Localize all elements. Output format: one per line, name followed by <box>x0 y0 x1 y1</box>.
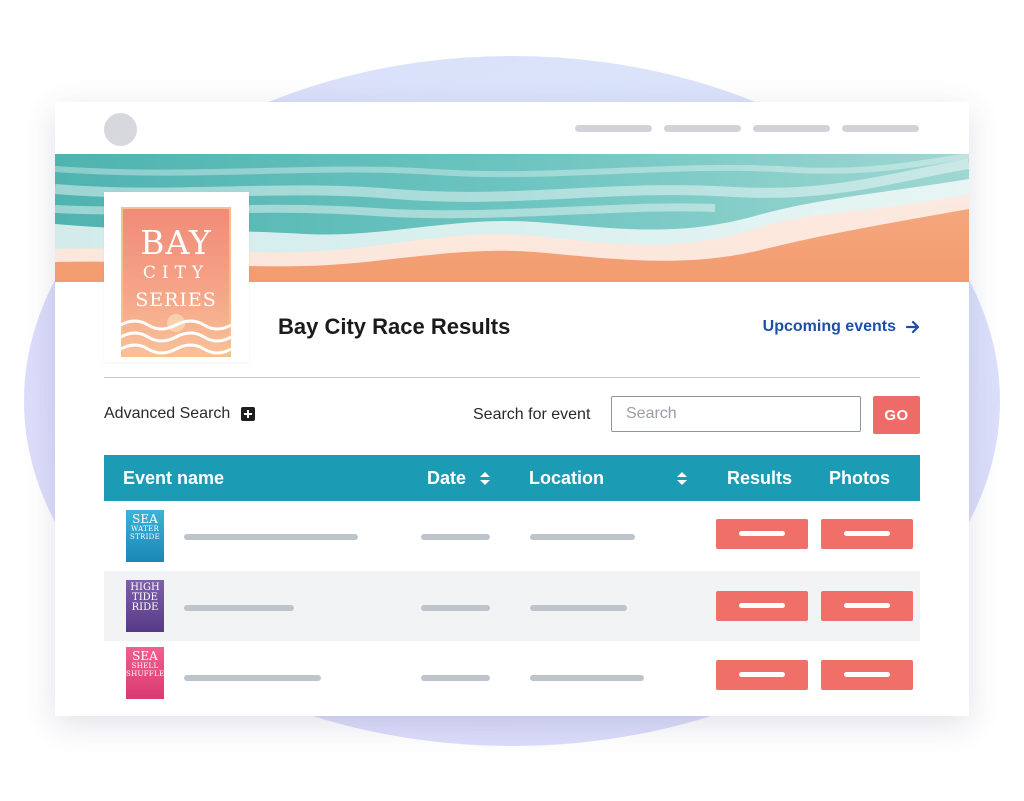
series-logo: BAY CITY SERIES <box>121 207 231 357</box>
column-location[interactable]: Location <box>529 468 687 489</box>
logo-waves <box>121 314 231 355</box>
column-label: Date <box>427 468 467 488</box>
results-button[interactable] <box>716 660 808 690</box>
upcoming-events-link[interactable]: Upcoming events <box>763 318 920 336</box>
search-label: Search for event <box>473 406 591 423</box>
table-row[interactable]: HIGH TIDE RIDE <box>104 571 920 641</box>
thumb-text: SEA <box>132 512 158 526</box>
column-label: Location <box>529 468 604 488</box>
event-name-placeholder[interactable] <box>184 605 294 611</box>
logo-text-line3: SERIES <box>135 289 217 311</box>
nav-link-placeholder[interactable] <box>842 125 919 132</box>
thumb-text: SHUFFLE <box>126 670 164 678</box>
browser-window: BAY CITY SERIES Bay City Race Results Up… <box>55 102 969 716</box>
logo-text-line1: BAY <box>140 223 212 262</box>
thumb-text: STRIDE <box>129 533 161 541</box>
location-placeholder <box>530 534 635 540</box>
event-name-placeholder[interactable] <box>184 534 358 540</box>
sort-icon[interactable] <box>480 471 491 486</box>
nav-link-placeholder[interactable] <box>575 125 652 132</box>
nav-links <box>575 125 919 132</box>
photos-button[interactable] <box>821 591 913 621</box>
photos-button[interactable] <box>821 660 913 690</box>
event-thumbnail: SEA WATER STRIDE <box>126 510 164 562</box>
column-label: Results <box>727 468 793 488</box>
location-placeholder <box>530 675 644 681</box>
column-photos: Photos <box>829 468 890 489</box>
arrow-right-icon <box>906 320 920 334</box>
table-header: Event name Date Location Results Photos <box>104 455 920 501</box>
plus-square-icon <box>241 407 256 421</box>
column-label: Event name <box>123 468 225 488</box>
thumb-text: RIDE <box>131 602 159 613</box>
table-row[interactable]: SEA SHELL SHUFFLE <box>104 641 920 711</box>
date-placeholder <box>421 675 490 681</box>
photos-button[interactable] <box>821 519 913 549</box>
results-button[interactable] <box>716 519 808 549</box>
nav-link-placeholder[interactable] <box>753 125 830 132</box>
column-date[interactable]: Date <box>427 468 491 489</box>
avatar[interactable] <box>104 113 137 146</box>
column-event-name: Event name <box>123 468 224 489</box>
event-thumbnail: HIGH TIDE RIDE <box>126 580 164 632</box>
thumb-text: WATER <box>130 525 160 533</box>
date-placeholder <box>421 605 490 611</box>
location-placeholder <box>530 605 627 611</box>
column-results: Results <box>727 468 792 489</box>
advanced-search-label: Advanced Search <box>104 405 231 422</box>
table-row[interactable]: SEA WATER STRIDE <box>104 501 920 571</box>
top-nav-bar <box>55 102 969 154</box>
event-thumbnail: SEA SHELL SHUFFLE <box>126 647 164 699</box>
logo-text-line2: CITY <box>142 263 210 283</box>
upcoming-events-label: Upcoming events <box>762 318 896 335</box>
go-button[interactable]: GO <box>873 396 920 434</box>
search-input[interactable] <box>611 396 861 432</box>
series-logo-card: BAY CITY SERIES <box>104 192 249 362</box>
thumb-text: SEA <box>132 649 158 663</box>
nav-link-placeholder[interactable] <box>664 125 741 132</box>
page-title: Bay City Race Results <box>278 314 511 339</box>
event-name-placeholder[interactable] <box>184 675 321 681</box>
date-placeholder <box>421 534 490 540</box>
sort-icon[interactable] <box>677 471 687 486</box>
results-button[interactable] <box>716 591 808 621</box>
advanced-search-toggle[interactable]: Advanced Search <box>104 405 256 423</box>
divider <box>104 377 920 378</box>
thumb-text: SHELL <box>131 662 159 670</box>
column-label: Photos <box>829 468 890 488</box>
